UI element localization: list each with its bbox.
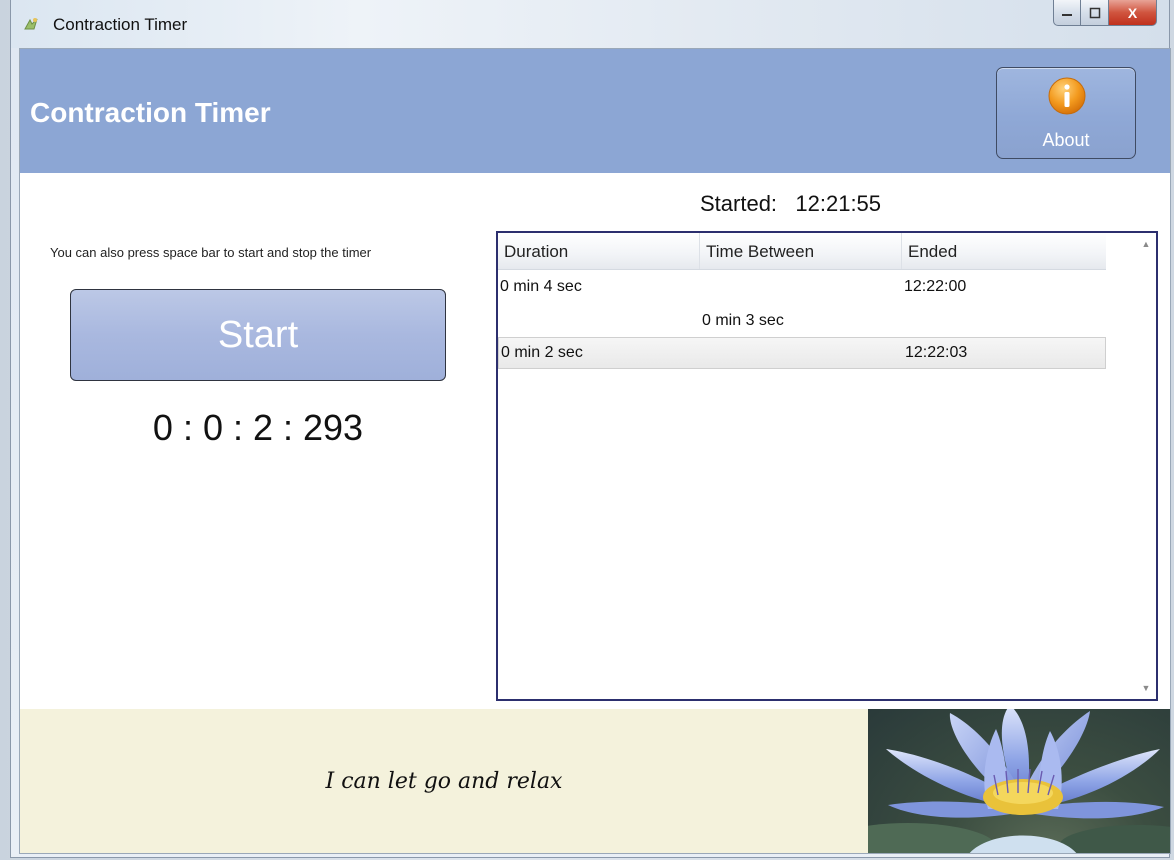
- about-button[interactable]: About: [996, 67, 1136, 159]
- app-icon: [24, 18, 38, 30]
- list-header: Duration Time Between Ended: [498, 233, 1106, 270]
- about-label: About: [1042, 130, 1090, 150]
- footer-band: I can let go and relax: [20, 709, 1170, 853]
- info-icon: [1048, 77, 1086, 115]
- title-bar[interactable]: Contraction Timer X: [11, 0, 1169, 48]
- page-title: Contraction Timer: [30, 97, 271, 128]
- cell-duration: 0 min 2 sec: [501, 344, 583, 361]
- table-row[interactable]: 0 min 3 sec: [498, 305, 1106, 337]
- lotus-flower-icon: [868, 709, 1170, 853]
- start-button[interactable]: Start: [70, 289, 446, 381]
- table-row-selected[interactable]: 0 min 2 sec 12:22:03: [498, 337, 1106, 369]
- vertical-scrollbar[interactable]: ▲ ▼: [1136, 233, 1156, 699]
- client-area: Contraction Timer About You can also pre…: [19, 48, 1171, 854]
- column-header-time-between[interactable]: Time Between: [700, 233, 902, 269]
- maximize-icon: [1089, 7, 1100, 18]
- cell-ended: 12:22:00: [904, 278, 967, 295]
- scroll-up-icon[interactable]: ▲: [1136, 235, 1156, 253]
- space-bar-hint: You can also press space bar to start an…: [50, 245, 372, 260]
- window-controls: X: [1053, 0, 1157, 26]
- cell-duration: 0 min 4 sec: [500, 278, 582, 295]
- relaxation-quote: I can let go and relax: [325, 769, 563, 794]
- column-header-duration[interactable]: Duration: [498, 233, 700, 269]
- cell-time-between: 0 min 3 sec: [702, 312, 784, 329]
- started-time: 12:21:55: [795, 191, 882, 216]
- table-row[interactable]: 0 min 4 sec 12:22:00: [498, 271, 1106, 303]
- minimize-button[interactable]: [1053, 0, 1081, 26]
- header-band: Contraction Timer About: [20, 49, 1170, 173]
- cell-ended: 12:22:03: [905, 344, 968, 361]
- lotus-flower-image: [868, 709, 1170, 853]
- maximize-button[interactable]: [1081, 0, 1109, 26]
- elapsed-timer: 0 : 0 : 2 : 293: [152, 407, 364, 448]
- close-button[interactable]: X: [1109, 0, 1157, 26]
- contractions-list[interactable]: Duration Time Between Ended 0 min 4 sec …: [496, 231, 1158, 701]
- window-title: Contraction Timer: [53, 15, 188, 34]
- minimize-icon: [1062, 13, 1072, 16]
- app-window: Contraction Timer X Contraction Timer Ab…: [10, 0, 1171, 858]
- started-readout: Started: 12:21:55: [700, 191, 881, 217]
- column-header-ended[interactable]: Ended: [902, 233, 1106, 269]
- started-label: Started:: [700, 191, 778, 216]
- scroll-down-icon[interactable]: ▼: [1136, 679, 1156, 697]
